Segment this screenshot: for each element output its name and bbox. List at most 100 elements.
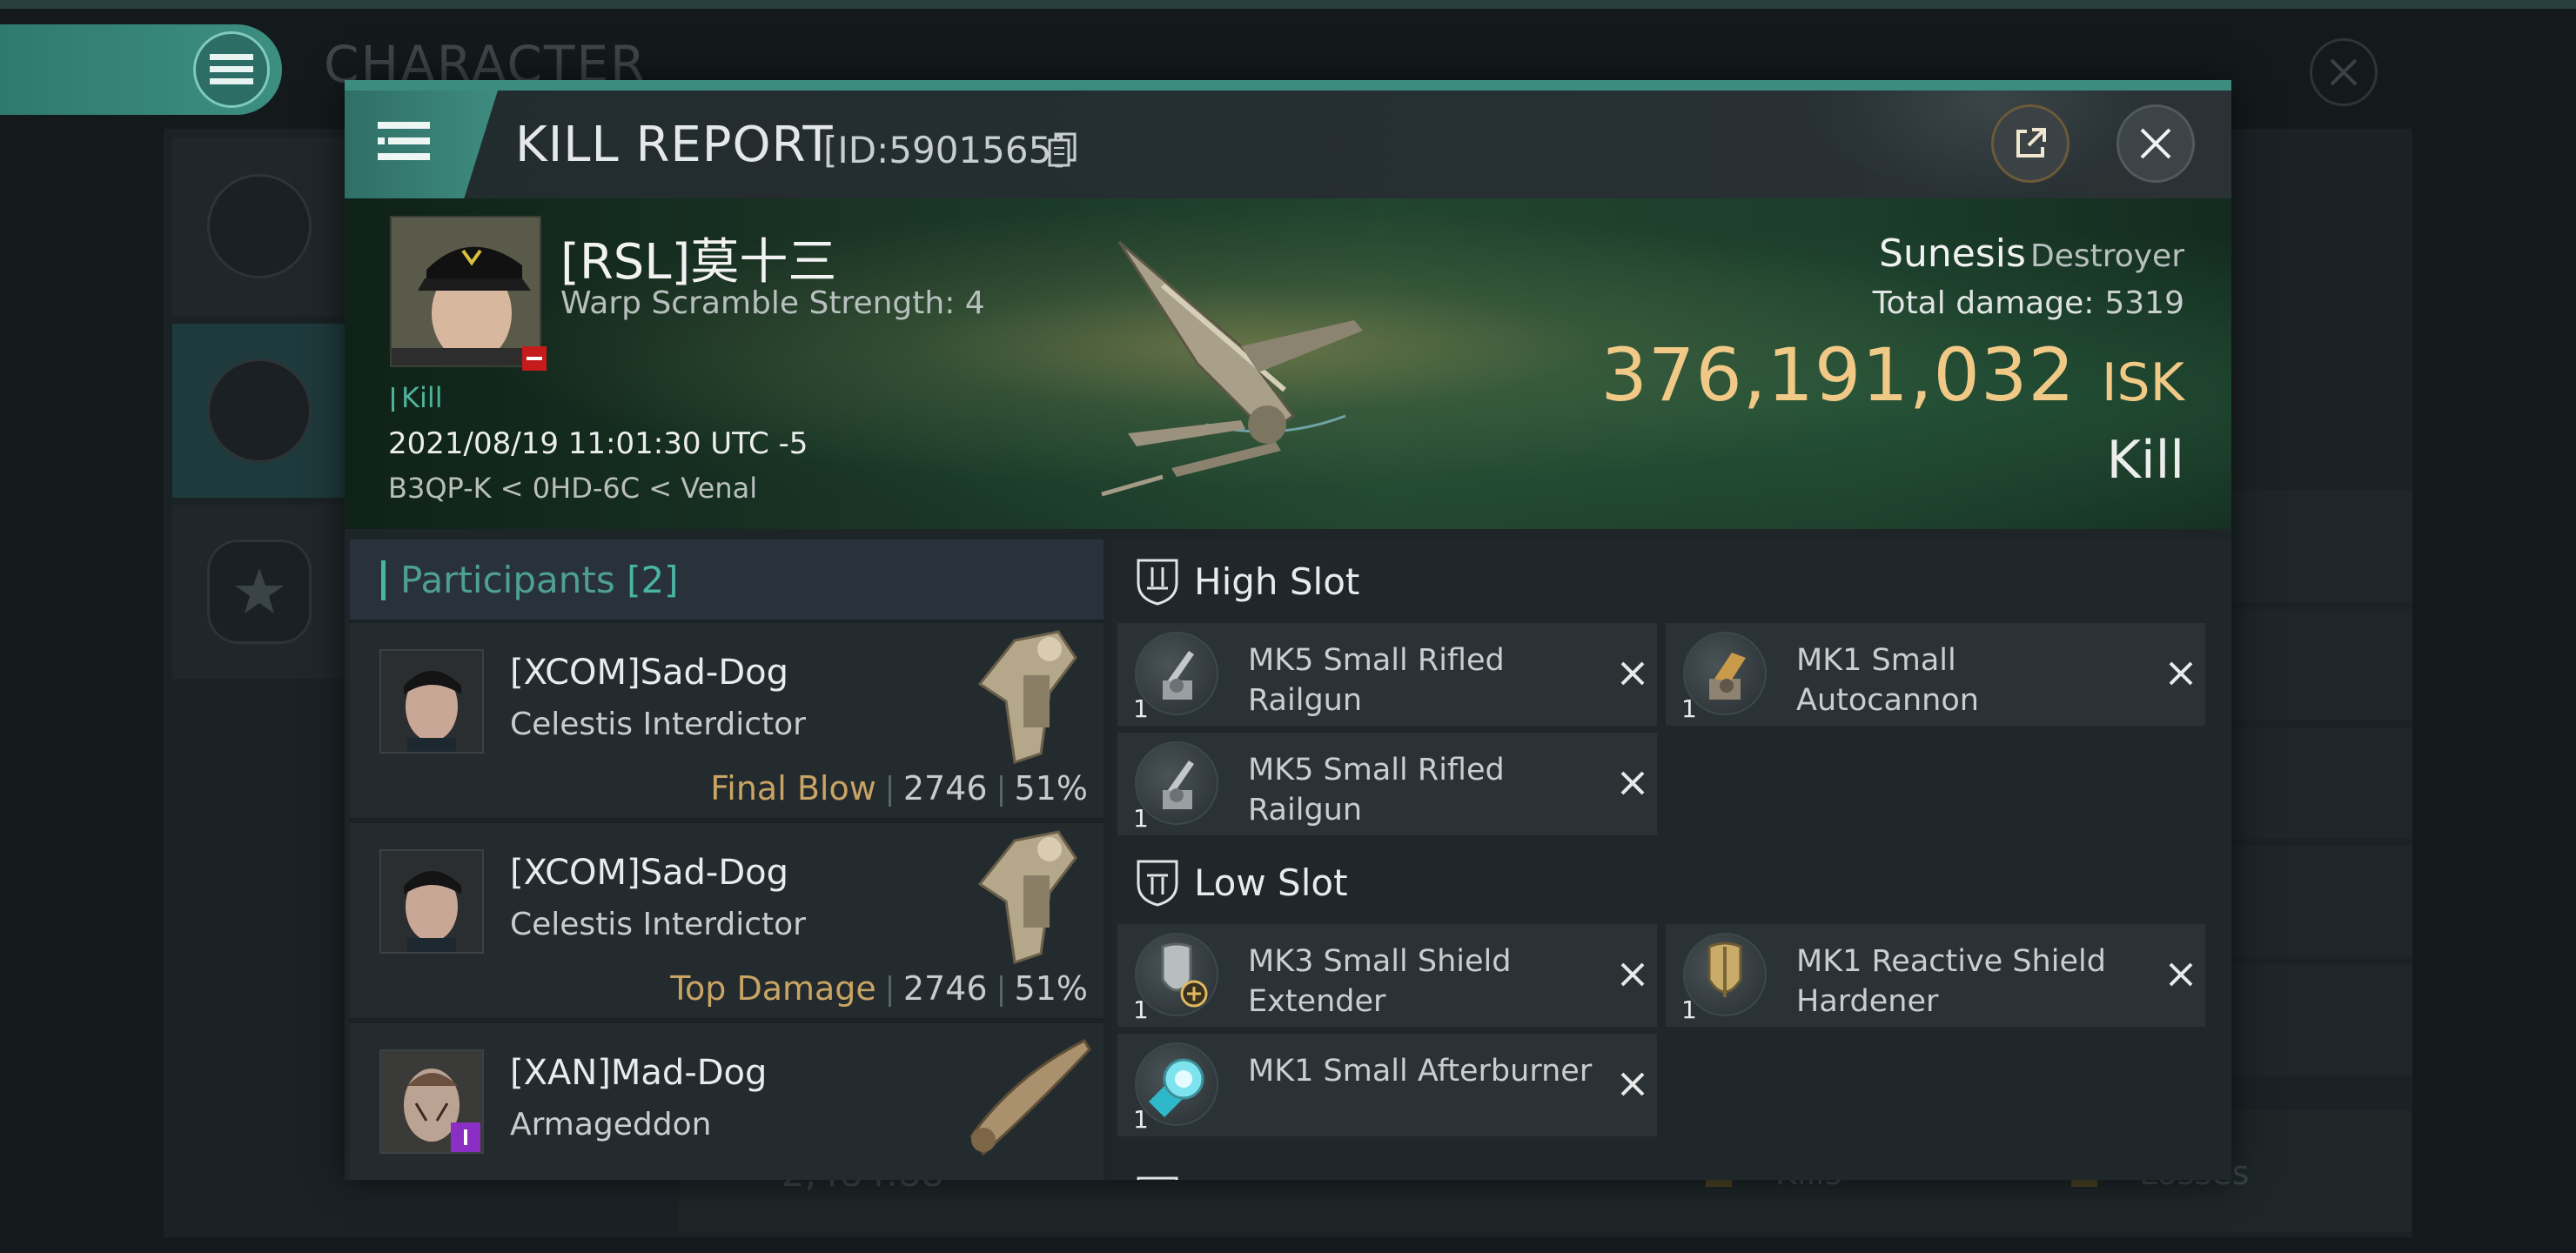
isk-value: 376,191,032 [1600, 332, 2076, 418]
module-name: MK5 Small Rifled Railgun [1248, 643, 1505, 718]
module-name: MK5 Small Rifled Railgun [1248, 753, 1505, 828]
module-item[interactable]: 1 MK1 Small Autocannon [1666, 623, 2205, 726]
share-button[interactable] [1991, 104, 2070, 183]
top-damage-tag: Top Damage [670, 969, 876, 1008]
bg-stat-row [2233, 727, 2412, 839]
kill-tag-bar [392, 387, 394, 412]
destroyed-x-icon [1615, 1067, 1650, 1102]
module-name: MK3 Small Shield Extender [1248, 944, 1512, 1019]
participant-stats: Top Damage 2746 51% [670, 969, 1088, 1008]
participants-panel: Participants [2] [XCOM]Sad-Dog Celestis … [350, 539, 1104, 1180]
participant-avatar[interactable] [379, 649, 484, 754]
victim-ship: Sunesis Destroyer [1879, 231, 2184, 276]
top-strip [0, 0, 2576, 9]
module-item[interactable]: 1 MK5 Small Rifled Railgun [1117, 733, 1657, 835]
module-item[interactable]: 1 MK3 Small Shield Extender [1117, 924, 1657, 1027]
participant-name[interactable]: [XCOM]Sad-Dog [510, 853, 788, 893]
total-damage-value: 5319 [2104, 285, 2184, 321]
sidebar-item-list[interactable] [172, 137, 346, 317]
crossed-swords-icon [207, 358, 312, 463]
participant-stats: Final Blow 2746 51% [710, 769, 1088, 807]
kill-tag-label: Kill [401, 381, 443, 414]
close-icon [2140, 128, 2171, 159]
participant-ship: Celestis Interdictor [510, 907, 806, 942]
participants-count: [2] [627, 559, 679, 601]
warp-scramble-strength: Warp Scramble Strength: 4 [560, 285, 985, 321]
participant-avatar[interactable] [379, 849, 484, 954]
victim-avatar[interactable] [390, 216, 541, 367]
module-item[interactable]: 1 MK1 Reactive Shield Hardener [1666, 924, 2205, 1027]
victim-name[interactable]: [RSL]莫十三 [560, 223, 836, 293]
low-slot-icon [1135, 858, 1180, 907]
fitting-panel: High Slot 1 MK5 Small Rifled Railgun 1 M… [1112, 539, 2231, 1180]
copy-icon[interactable] [1048, 132, 1077, 171]
bg-stat-row [2233, 491, 2412, 602]
mid-slot-header [1112, 1157, 2231, 1180]
high-slot-label: High Slot [1194, 560, 1360, 603]
corp-badge-icon [451, 1122, 480, 1152]
total-damage-label: Total damage: [1872, 285, 2095, 321]
total-damage: Total damage: 5319 [1873, 285, 2184, 321]
high-slot-icon [1135, 557, 1180, 606]
participant-damage: 2746 [902, 969, 988, 1008]
low-slot-label: Low Slot [1194, 861, 1348, 904]
share-icon [2016, 128, 2046, 157]
participant-ship: Celestis Interdictor [510, 707, 806, 742]
destroyed-x-icon [1615, 766, 1650, 801]
list-icon [207, 174, 312, 278]
isk-unit: ISK [2101, 352, 2184, 413]
module-name: MK1 Reactive Shield Hardener [1796, 944, 2106, 1019]
participants-title: Participants [2] [400, 559, 679, 601]
module-quantity: 1 [1133, 995, 1149, 1024]
hamburger-menu-icon[interactable] [378, 117, 433, 169]
victim-banner: [RSL]莫十三 Warp Scramble Strength: 4 Kill … [345, 198, 2231, 529]
destroyed-x-icon [1615, 656, 1650, 691]
kill-id: [ID:5901565] [823, 129, 1066, 171]
participant-damage: 2746 [902, 769, 988, 807]
ship-class: Destroyer [2029, 238, 2184, 274]
sidebar-item-combat[interactable] [172, 324, 346, 498]
hamburger-menu-icon[interactable] [193, 31, 270, 108]
celestis-ship-icon [963, 823, 1093, 971]
destroyed-x-icon [1615, 957, 1650, 992]
star-badge-icon [207, 539, 312, 644]
modal-header: KILL REPORT [ID:5901565] [345, 90, 2231, 198]
close-button[interactable] [2116, 104, 2195, 183]
ship-name[interactable]: Sunesis [1879, 231, 2026, 276]
module-item[interactable]: 1 MK5 Small Rifled Railgun [1117, 623, 1657, 726]
participant-row[interactable]: [XCOM]Sad-Dog Celestis Interdictor Top D… [350, 823, 1104, 1018]
participant-percent: 51% [1014, 769, 1088, 807]
participant-percent: 51% [1014, 969, 1088, 1008]
participants-label: Participants [400, 559, 615, 601]
kill-date: 2021/08/19 11:01:30 UTC -5 [388, 426, 808, 461]
module-quantity: 1 [1133, 694, 1149, 723]
participants-accent-bar [381, 560, 386, 600]
module-item[interactable]: 1 MK1 Small Afterburner [1117, 1034, 1657, 1136]
background-close-icon[interactable] [2310, 38, 2378, 106]
kill-type-tag: Kill [392, 381, 443, 414]
sidebar-item-rank[interactable] [172, 505, 346, 679]
kill-location[interactable]: B3QP-K < 0HD-6C < Venal [388, 472, 757, 505]
page-title: KILL REPORT [515, 117, 834, 173]
module-quantity: 1 [1133, 804, 1149, 833]
stat-separator [888, 975, 891, 1007]
kill-report-modal: KILL REPORT [ID:5901565] [RSL]莫十三 Warp S… [345, 80, 2231, 1180]
participant-row[interactable]: [XCOM]Sad-Dog Celestis Interdictor Final… [350, 623, 1104, 818]
destroyed-x-icon [2163, 957, 2198, 992]
low-slot-header: Low Slot [1112, 841, 2231, 919]
victim-ship-render [1067, 216, 1441, 529]
high-slot-header: High Slot [1112, 539, 2231, 618]
destroyed-x-icon [2163, 656, 2198, 691]
participant-name[interactable]: [XCOM]Sad-Dog [510, 653, 788, 693]
module-name: MK1 Small Autocannon [1796, 643, 1979, 718]
module-quantity: 1 [1133, 1105, 1149, 1134]
bg-stat-row [2233, 964, 2412, 1075]
participant-ship: Armageddon [510, 1107, 712, 1142]
module-name: MK1 Small Afterburner [1248, 1054, 1593, 1089]
stat-separator [999, 774, 1003, 807]
participant-name[interactable]: [XAN]Mad-Dog [510, 1053, 767, 1093]
bg-stat-row [2233, 846, 2412, 957]
participant-row[interactable]: [XAN]Mad-Dog Armageddon [350, 1023, 1104, 1180]
armageddon-ship-icon [963, 1023, 1093, 1171]
final-blow-tag: Final Blow [710, 769, 876, 807]
